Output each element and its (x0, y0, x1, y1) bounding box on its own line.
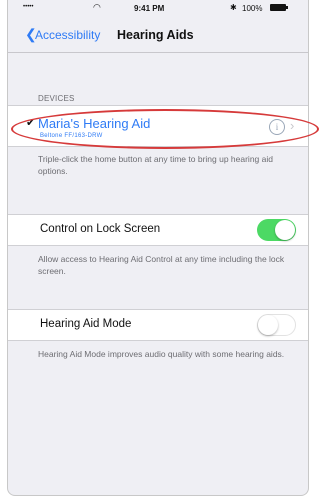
lock-screen-label: Control on Lock Screen (40, 223, 161, 235)
status-time: 9:41 PM (134, 4, 165, 13)
back-button-label: Accessibility (35, 28, 101, 42)
toggle-knob (258, 315, 278, 335)
lock-screen-toggle[interactable] (257, 219, 296, 241)
hearing-aid-mode-toggle[interactable] (257, 314, 296, 336)
chevron-left-icon: ❮ (25, 26, 37, 42)
annotation-highlight-oval (11, 109, 319, 149)
back-button[interactable]: ❮ Accessibility (25, 26, 101, 42)
status-bar: ••••• ◠ 9:41 PM ✱ 100% (8, 0, 308, 16)
lock-screen-row: Control on Lock Screen (8, 214, 308, 246)
hearing-aid-mode-label: Hearing Aid Mode (40, 318, 132, 330)
hearing-aid-mode-footer: Hearing Aid Mode improves audio quality … (38, 349, 285, 359)
hearing-aid-mode-row: Hearing Aid Mode (8, 309, 308, 341)
lock-screen-footer: Allow access to Hearing Aid Control at a… (38, 254, 285, 276)
battery-icon (270, 4, 288, 11)
toggle-knob (275, 220, 295, 240)
bluetooth-icon: ✱ (230, 3, 237, 12)
page-title: Hearing Aids (117, 28, 194, 42)
battery-percent: 100% (242, 4, 263, 13)
wifi-icon: ◠ (93, 2, 101, 12)
navigation-bar: ❮ Accessibility Hearing Aids (8, 16, 308, 53)
signal-strength-icon: ••••• (23, 4, 34, 10)
devices-section-header: DEVICES (38, 94, 75, 103)
devices-footer: Triple-click the home button at any time… (38, 154, 273, 176)
phone-screen: ••••• ◠ 9:41 PM ✱ 100% ❮ Accessibility H… (7, 0, 309, 496)
